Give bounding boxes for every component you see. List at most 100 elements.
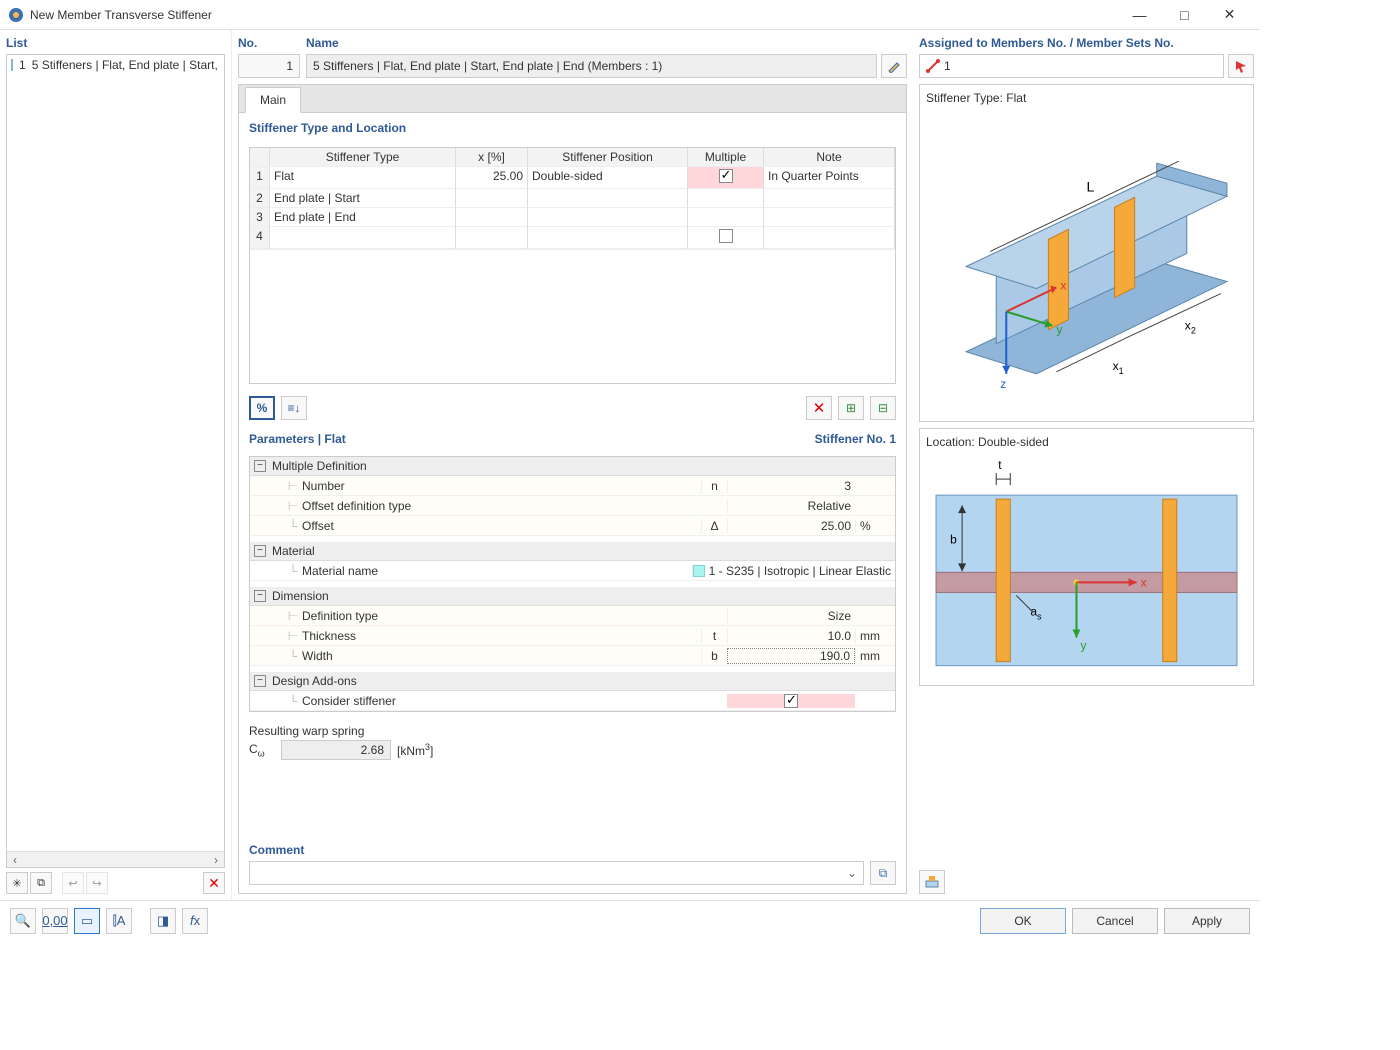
- collapse-icon[interactable]: −: [254, 675, 266, 687]
- svg-text:x2: x2: [1185, 319, 1196, 336]
- preview-type-panel: Stiffener Type: Flat x y z: [919, 84, 1254, 422]
- view1-button[interactable]: ▭: [74, 908, 100, 934]
- svg-text:y: y: [1056, 323, 1062, 337]
- window-title: New Member Transverse Stiffener: [30, 8, 1117, 22]
- apply-button[interactable]: Apply: [1164, 908, 1250, 934]
- prev-button[interactable]: ↩: [62, 872, 84, 894]
- edit-name-button[interactable]: [881, 54, 907, 78]
- params-right-title: Stiffener No. 1: [815, 432, 896, 446]
- group-multiple-definition[interactable]: −Multiple Definition: [250, 457, 895, 476]
- list-panel: 1 5 Stiffeners | Flat, End plate | Start…: [6, 54, 225, 868]
- table-import-button[interactable]: ⊞: [838, 396, 864, 420]
- param-tree: −Multiple Definition ⊢Numbern3 ⊢Offset d…: [249, 456, 896, 712]
- group-design-addons[interactable]: −Design Add-ons: [250, 672, 895, 691]
- preview-location-panel: Location: Double-sided t b as x y: [919, 428, 1254, 686]
- name-input[interactable]: 5 Stiffeners | Flat, End plate | Start, …: [306, 54, 877, 78]
- view2-button[interactable]: ⫿A: [106, 908, 132, 934]
- table-row[interactable]: 1Flat25.00Double-sidedIn Quarter Points: [250, 167, 895, 189]
- list-color-swatch: [11, 59, 13, 71]
- member-icon: [926, 59, 940, 73]
- pick-members-button[interactable]: [1228, 54, 1254, 78]
- stiffener-table: Stiffener Type x [%] Stiffener Position …: [249, 147, 896, 384]
- warp-title: Resulting warp spring: [249, 724, 896, 738]
- section-preview-svg: t b as x y: [926, 455, 1247, 676]
- collapse-icon[interactable]: −: [254, 545, 266, 557]
- svg-text:x: x: [1060, 279, 1066, 293]
- comment-combo[interactable]: ⌄: [249, 861, 864, 885]
- help-button[interactable]: 🔍: [10, 908, 36, 934]
- svg-text:z: z: [1000, 377, 1006, 391]
- preview-location-title: Location: Double-sided: [926, 435, 1247, 449]
- iso-preview-svg: x y z L x1 x2: [926, 111, 1247, 412]
- list-toolbar: ✳ ⧉ ↩ ↪ ✕: [6, 872, 225, 894]
- svg-text:y: y: [1080, 639, 1086, 653]
- scroll-left-icon[interactable]: ‹: [7, 853, 23, 867]
- stiffener-section-title: Stiffener Type and Location: [249, 121, 896, 135]
- table-export-button[interactable]: ⊟: [870, 396, 896, 420]
- list-header: List: [6, 36, 225, 50]
- minimize-button[interactable]: —: [1117, 0, 1162, 30]
- preview-settings-button[interactable]: [919, 870, 945, 894]
- multiple-checkbox[interactable]: [719, 229, 733, 243]
- params-title: Parameters | Flat: [249, 432, 346, 446]
- next-button[interactable]: ↪: [86, 872, 108, 894]
- tab-main[interactable]: Main: [245, 87, 301, 113]
- svg-text:x1: x1: [1113, 359, 1124, 376]
- material-swatch: [693, 565, 705, 577]
- close-button[interactable]: ✕: [1207, 0, 1252, 30]
- list-item-no: 1: [19, 58, 26, 72]
- svg-text:x: x: [1141, 575, 1147, 589]
- tab-strip: Main: [238, 84, 907, 112]
- collapse-icon[interactable]: −: [254, 460, 266, 472]
- table-delete-button[interactable]: ✕: [806, 396, 832, 420]
- gear-icon: [924, 874, 940, 890]
- comment-title: Comment: [249, 843, 896, 857]
- table-row[interactable]: 4: [250, 227, 895, 249]
- multiple-checkbox[interactable]: [719, 169, 733, 183]
- svg-text:L: L: [1087, 178, 1095, 194]
- pencil-icon: [887, 59, 901, 73]
- list-item[interactable]: 1 5 Stiffeners | Flat, End plate | Start…: [9, 57, 222, 73]
- fx-button[interactable]: fx: [182, 908, 208, 934]
- cancel-button[interactable]: Cancel: [1072, 908, 1158, 934]
- horizontal-scrollbar[interactable]: ‹ ›: [7, 851, 224, 867]
- svg-text:b: b: [950, 532, 957, 546]
- cursor-pick-icon: [1234, 59, 1248, 73]
- group-material[interactable]: −Material: [250, 542, 895, 561]
- units-button[interactable]: 0,00: [42, 908, 68, 934]
- group-dimension[interactable]: −Dimension: [250, 587, 895, 606]
- tab-body-main: Stiffener Type and Location Stiffener Ty…: [238, 112, 907, 894]
- app-icon: [8, 7, 24, 23]
- maximize-button[interactable]: □: [1162, 0, 1207, 30]
- copy-item-button[interactable]: ⧉: [30, 872, 52, 894]
- warp-unit: [kNm3]: [397, 742, 433, 758]
- table-row[interactable]: 2End plate | Start: [250, 189, 895, 208]
- assigned-input[interactable]: 1: [919, 54, 1224, 78]
- delete-item-button[interactable]: ✕: [203, 872, 225, 894]
- title-bar: New Member Transverse Stiffener — □ ✕: [0, 0, 1260, 30]
- percent-button[interactable]: %: [249, 396, 275, 420]
- table-header-row: Stiffener Type x [%] Stiffener Position …: [250, 148, 895, 167]
- warp-symbol: Cω: [249, 742, 275, 758]
- list-item-text: 5 Stiffeners | Flat, End plate | Start, …: [32, 58, 222, 72]
- assigned-label: Assigned to Members No. / Member Sets No…: [919, 36, 1254, 50]
- width-input[interactable]: 190.0: [727, 648, 855, 664]
- table-row[interactable]: 3End plate | End: [250, 208, 895, 227]
- collapse-icon[interactable]: −: [254, 590, 266, 602]
- scroll-right-icon[interactable]: ›: [208, 853, 224, 867]
- consider-stiffener-checkbox[interactable]: [784, 694, 798, 708]
- svg-text:t: t: [998, 458, 1002, 472]
- magnifier-icon: 🔍: [15, 913, 31, 929]
- no-input[interactable]: 1: [238, 54, 300, 78]
- chevron-down-icon: ⌄: [847, 866, 857, 880]
- no-label: No.: [238, 36, 300, 50]
- bottom-bar: 🔍 0,00 ▭ ⫿A ◨ fx OK Cancel Apply: [0, 900, 1260, 940]
- warp-value: 2.68: [281, 740, 391, 760]
- name-label: Name: [306, 36, 907, 50]
- sort-button[interactable]: ≡↓: [281, 396, 307, 420]
- new-item-button[interactable]: ✳: [6, 872, 28, 894]
- preview-type-title: Stiffener Type: Flat: [926, 91, 1247, 105]
- comment-library-button[interactable]: ⧉: [870, 861, 896, 885]
- ok-button[interactable]: OK: [980, 908, 1066, 934]
- view3-button[interactable]: ◨: [150, 908, 176, 934]
